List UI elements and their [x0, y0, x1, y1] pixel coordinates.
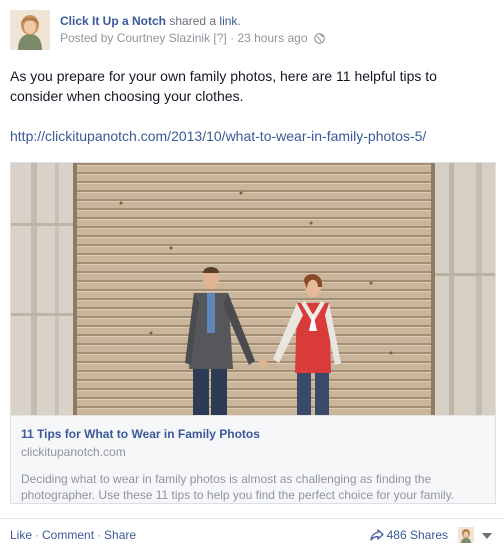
page-name-link[interactable]: Click It Up a Notch: [60, 14, 166, 28]
share-link[interactable]: Share: [104, 528, 136, 542]
link-word[interactable]: link: [219, 14, 237, 28]
post-header: Click It Up a Notch shared a link. Poste…: [10, 10, 500, 52]
shares-count[interactable]: 486 Shares: [369, 528, 448, 542]
chevron-down-icon[interactable]: [482, 533, 492, 539]
post-meta: Posted by Courtney Slazinik [?] · 23 hou…: [60, 30, 325, 48]
posted-by: Posted by Courtney Slazinik: [60, 31, 211, 45]
post-footer: Like · Comment · Share 486 Shares: [0, 518, 504, 554]
timestamp[interactable]: · 23 hours ago: [230, 31, 307, 45]
help-mark[interactable]: [?]: [213, 31, 226, 45]
action-links: Like · Comment · Share: [10, 528, 136, 542]
card-description: Deciding what to wear in family photos i…: [21, 472, 455, 502]
viewer-avatar[interactable]: [458, 527, 474, 543]
card-domain: clickitupanotch.com: [21, 445, 126, 459]
card-info[interactable]: 11 Tips for What to Wear in Family Photo…: [11, 415, 495, 503]
card-image[interactable]: [11, 163, 495, 415]
post-body: As you prepare for your own family photo…: [10, 68, 437, 104]
comment-link[interactable]: Comment: [42, 528, 94, 542]
page-avatar[interactable]: [10, 10, 50, 50]
separator: ·: [97, 528, 102, 542]
like-link[interactable]: Like: [10, 528, 32, 542]
shared-text: shared a: [169, 14, 217, 28]
globe-icon: [314, 32, 325, 48]
shares-label: 486 Shares: [386, 528, 448, 542]
period: .: [237, 14, 241, 28]
post-url-link[interactable]: http://clickitupanotch.com/2013/10/what-…: [10, 126, 426, 146]
post-header-text: Click It Up a Notch shared a link. Poste…: [60, 13, 325, 48]
link-preview-card[interactable]: 11 Tips for What to Wear in Family Photo…: [10, 162, 496, 504]
separator: ·: [35, 528, 40, 542]
post-header-line: Click It Up a Notch shared a link.: [60, 13, 325, 29]
card-title[interactable]: 11 Tips for What to Wear in Family Photo…: [21, 426, 485, 442]
share-arrow-icon: [369, 529, 384, 541]
